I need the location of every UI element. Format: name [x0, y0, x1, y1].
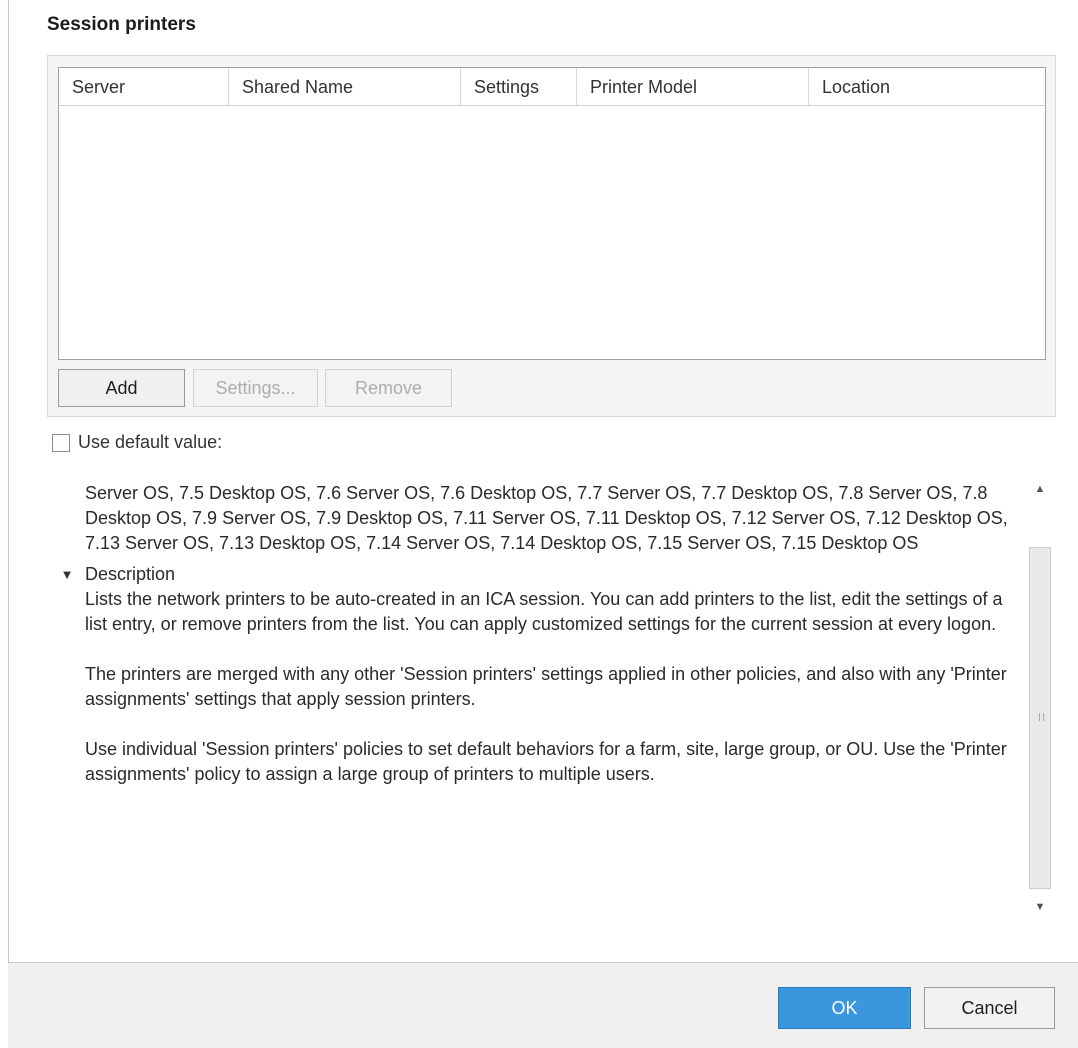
details-content: Server OS, 7.5 Desktop OS, 7.6 Server OS…: [61, 481, 1020, 787]
column-header-settings[interactable]: Settings: [461, 68, 577, 105]
description-heading: Description: [85, 564, 176, 584]
use-default-row: Use default value:: [52, 432, 222, 453]
details-panel: Server OS, 7.5 Desktop OS, 7.6 Server OS…: [47, 463, 1057, 933]
scroll-down-arrow-icon[interactable]: ▼: [1027, 897, 1053, 917]
scroll-up-arrow-icon[interactable]: ▲: [1027, 479, 1053, 499]
applies-to-text: Server OS, 7.5 Desktop OS, 7.6 Server OS…: [85, 483, 1008, 553]
session-printers-list[interactable]: Server Shared Name Settings Printer Mode…: [58, 67, 1046, 360]
column-header-printer-model[interactable]: Printer Model: [577, 68, 809, 105]
cancel-button[interactable]: Cancel: [924, 987, 1055, 1029]
description-paragraph-2: The printers are merged with any other '…: [85, 664, 1007, 709]
dialog-footer: [8, 962, 1078, 1048]
settings-button[interactable]: Settings...: [193, 369, 318, 407]
add-button[interactable]: Add: [58, 369, 185, 407]
list-header: Server Shared Name Settings Printer Mode…: [59, 68, 1045, 106]
use-default-checkbox[interactable]: [52, 433, 70, 452]
column-header-server[interactable]: Server: [59, 68, 229, 105]
window-left-border: [8, 0, 9, 962]
remove-button[interactable]: Remove: [325, 369, 452, 407]
details-scrollbar[interactable]: ▲ ▼: [1027, 475, 1053, 920]
ok-button[interactable]: OK: [778, 987, 911, 1029]
column-header-location[interactable]: Location: [809, 68, 1045, 105]
thumb-grip-icon: [1039, 713, 1044, 721]
description-paragraph-1: Lists the network printers to be auto-cr…: [85, 589, 1003, 634]
description-paragraph-3: Use individual 'Session printers' polici…: [85, 739, 1007, 784]
column-header-shared-name[interactable]: Shared Name: [229, 68, 461, 105]
caret-down-icon: ▼: [60, 567, 74, 582]
scroll-thumb[interactable]: [1029, 547, 1051, 889]
use-default-label: Use default value:: [78, 432, 223, 452]
description-toggle[interactable]: ▼ Description: [49, 562, 984, 587]
section-title: Session printers: [47, 14, 196, 35]
